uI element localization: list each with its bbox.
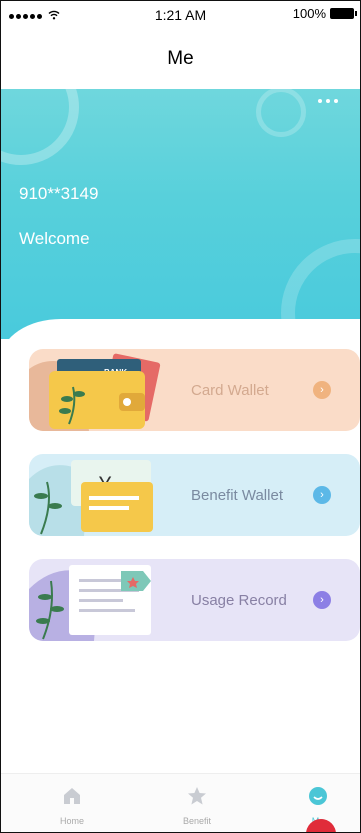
- status-bar: 1:21 AM 100%: [1, 1, 360, 29]
- tab-benefit[interactable]: Benefit: [137, 774, 257, 832]
- benefit-illustration: ¥: [29, 460, 153, 536]
- star-icon: [188, 787, 206, 805]
- battery-percent: 100%: [292, 6, 326, 21]
- nav-bar: Me: [1, 29, 360, 89]
- me-icon: [309, 787, 327, 805]
- phone-screen: 1:21 AM 100% Me 910**3149 Welcome BANK: [0, 0, 361, 833]
- chevron-right-icon[interactable]: ›: [313, 591, 331, 609]
- battery-icon: [330, 8, 357, 19]
- usage-record-item[interactable]: Usage Record ›: [29, 559, 360, 641]
- card-wallet-item[interactable]: BANK Card Wallet ›: [29, 349, 360, 431]
- page-title: Me: [167, 48, 194, 69]
- user-phone: 910**3149: [19, 184, 99, 203]
- profile-header: 910**3149 Welcome: [1, 89, 360, 339]
- chevron-right-icon[interactable]: ›: [313, 486, 331, 504]
- decor-ring: [1, 89, 79, 165]
- tab-home[interactable]: Home: [12, 774, 132, 832]
- benefit-wallet-item[interactable]: ¥ Benefit Wallet ›: [29, 454, 360, 536]
- record-illustration: [29, 565, 151, 641]
- more-options-icon[interactable]: [318, 99, 338, 103]
- tab-label: Benefit: [182, 816, 212, 826]
- card-label: Usage Record: [191, 591, 287, 609]
- welcome-text: Welcome: [19, 229, 90, 248]
- tab-bar: Home Benefit Me: [1, 773, 360, 832]
- tab-label: Home: [59, 816, 84, 826]
- card-label: Benefit Wallet: [191, 486, 283, 504]
- card-label: Card Wallet: [191, 381, 269, 399]
- home-icon: [64, 788, 80, 804]
- wallet-illustration: BANK: [29, 353, 161, 431]
- decor-ring: [256, 89, 306, 137]
- chevron-right-icon[interactable]: ›: [313, 381, 331, 399]
